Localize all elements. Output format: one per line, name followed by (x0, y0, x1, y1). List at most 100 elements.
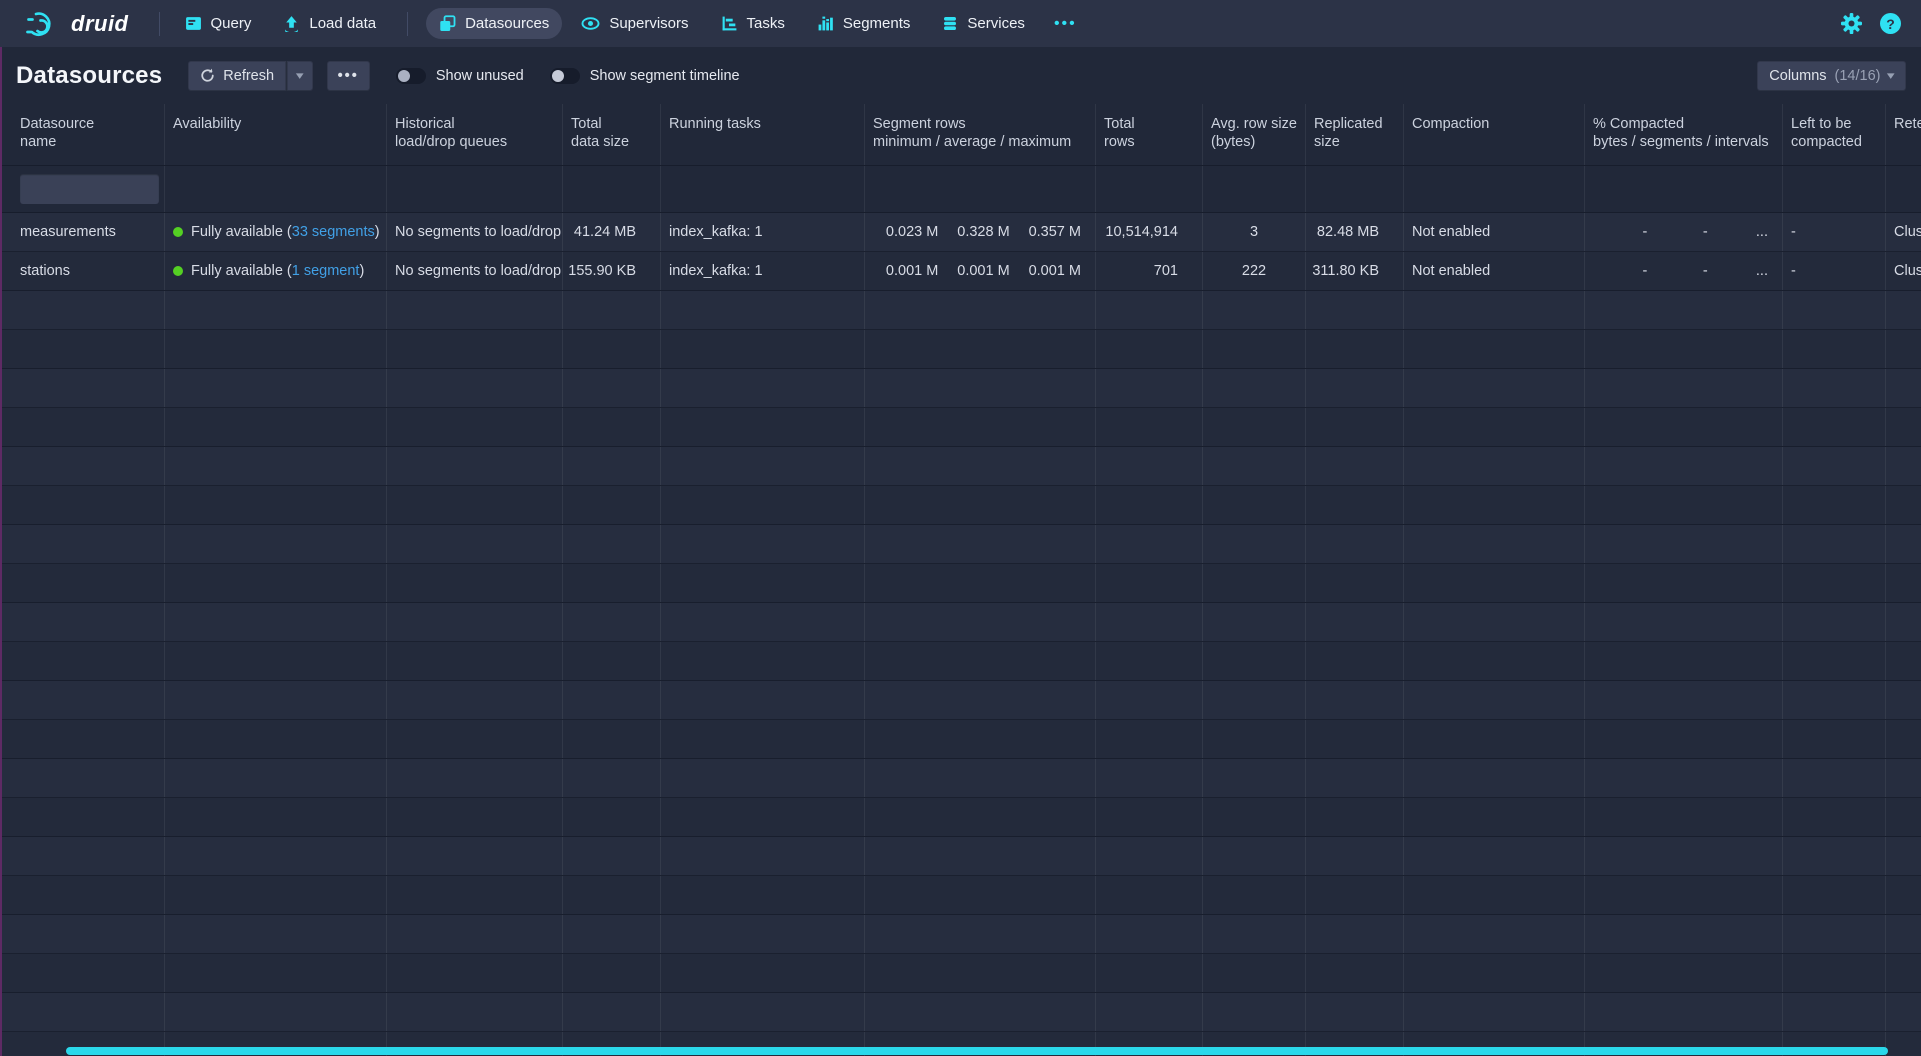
availability-text: Fully available ( (191, 263, 292, 279)
nav-item-segments[interactable]: Segments (804, 8, 924, 39)
empty-cell (1585, 681, 1783, 719)
empty-cell (1096, 876, 1203, 914)
show-segment-timeline-toggle[interactable]: Show segment timeline (550, 68, 740, 84)
segments-link[interactable]: 1 segment (292, 263, 360, 279)
empty-cell (1404, 720, 1585, 758)
datasource-name-cell[interactable]: stations (0, 252, 165, 290)
empty-cell (1096, 525, 1203, 563)
available-dot-icon (173, 266, 183, 276)
empty-cell (1096, 291, 1203, 329)
empty-cell (387, 330, 563, 368)
show-segment-timeline-label: Show segment timeline (590, 68, 740, 84)
toggle-track (550, 68, 580, 84)
total-rows-cell: 701 (1096, 252, 1203, 290)
supervisors-icon (581, 15, 600, 32)
column-header-total[interactable]: Totalrows (1096, 104, 1203, 165)
empty-cell (661, 954, 865, 992)
percent-compacted-cell: --... (1585, 252, 1783, 290)
datasource-name-cell[interactable]: measurements (0, 213, 165, 251)
nav-item-query[interactable]: Query (172, 8, 265, 39)
empty-cell (865, 603, 1096, 641)
help-icon[interactable]: ? (1880, 13, 1901, 34)
nav-more-icon[interactable]: ••• (1044, 8, 1087, 40)
empty-cell (1886, 330, 1921, 368)
more-actions-button[interactable]: ••• (327, 61, 370, 91)
table-filter-row (0, 165, 1921, 213)
percent-compacted-value: - (1593, 224, 1653, 240)
datasources-icon (439, 15, 456, 32)
query-icon (185, 15, 202, 32)
empty-cell (1783, 954, 1886, 992)
column-header-datasource[interactable]: Datasourcename (0, 104, 165, 165)
empty-cell (1096, 447, 1203, 485)
column-header-retention[interactable]: Retention (1886, 104, 1921, 165)
column-header-total[interactable]: Totaldata size (563, 104, 661, 165)
column-header-replicated[interactable]: Replicatedsize (1306, 104, 1404, 165)
empty-cell (563, 642, 661, 680)
replicated-size-cell: 311.80 KB (1306, 252, 1404, 290)
empty-cell (1585, 993, 1783, 1031)
column-header-avg-row-size[interactable]: Avg. row size(bytes) (1203, 104, 1306, 165)
column-header-availability[interactable]: Availability (165, 104, 387, 165)
empty-cell (165, 486, 387, 524)
column-header--compacted[interactable]: % Compactedbytes / segments / intervals (1585, 104, 1783, 165)
empty-cell (1203, 915, 1306, 953)
column-header-historical[interactable]: Historicalload/drop queues (387, 104, 563, 165)
brand[interactable]: druid (26, 9, 129, 39)
nav-item-services[interactable]: Services (929, 8, 1038, 39)
gear-icon[interactable] (1841, 13, 1862, 34)
empty-cell (1306, 915, 1404, 953)
empty-row (0, 330, 1921, 369)
show-unused-toggle[interactable]: Show unused (396, 68, 524, 84)
empty-cell (563, 915, 661, 953)
header-line1: Total (571, 115, 629, 133)
empty-cell (1096, 915, 1203, 953)
running-tasks-cell: index_kafka: 1 (661, 213, 865, 251)
segment-rows-value: 0.001 M (873, 263, 944, 279)
column-header-segment-rows[interactable]: Segment rowsminimum / average / maximum (865, 104, 1096, 165)
empty-cell (1306, 759, 1404, 797)
nav-item-datasources[interactable]: Datasources (426, 8, 562, 39)
empty-cell (1585, 603, 1783, 641)
empty-row (0, 486, 1921, 525)
compaction-cell: Not enabled (1404, 213, 1585, 251)
nav-item-label: Supervisors (609, 15, 688, 32)
empty-cell (165, 837, 387, 875)
column-header-running-tasks[interactable]: Running tasks (661, 104, 865, 165)
nav-item-load-data[interactable]: Load data (270, 8, 389, 39)
column-header-left-to-be[interactable]: Left to becompacted (1783, 104, 1886, 165)
segment-rows-cell: 0.001 M0.001 M0.001 M (865, 252, 1096, 290)
nav-item-supervisors[interactable]: Supervisors (568, 8, 701, 39)
horizontal-scrollbar[interactable] (66, 1047, 1888, 1055)
empty-cell (563, 798, 661, 836)
segment-rows-value: 0.023 M (873, 224, 944, 240)
refresh-button[interactable]: Refresh (188, 61, 286, 91)
nav-item-tasks[interactable]: Tasks (708, 8, 798, 39)
empty-cell (1096, 564, 1203, 602)
segments-link[interactable]: 33 segments (292, 224, 375, 240)
empty-cell (165, 408, 387, 446)
empty-cell (1306, 564, 1404, 602)
refresh-icon (200, 68, 215, 83)
left-edge-strip (0, 47, 2, 1056)
empty-row (0, 720, 1921, 759)
datasource-filter-input[interactable] (20, 174, 159, 204)
empty-cell (1585, 837, 1783, 875)
empty-cell (165, 915, 387, 953)
empty-cell (1203, 642, 1306, 680)
empty-cell (0, 798, 165, 836)
header-line1: Avg. row size (1211, 115, 1297, 133)
empty-cell (1404, 759, 1585, 797)
columns-button[interactable]: Columns (14/16) ▾ (1757, 61, 1906, 91)
column-header-compaction[interactable]: Compaction (1404, 104, 1585, 165)
empty-cell (1886, 681, 1921, 719)
empty-cell (1783, 993, 1886, 1031)
empty-cell (1203, 408, 1306, 446)
filter-cell (865, 166, 1096, 212)
refresh-caret-button[interactable]: ▾ (286, 61, 313, 91)
avg-row-size-cell: 3 (1203, 213, 1306, 251)
filter-cell (1886, 166, 1921, 212)
empty-cell (1783, 759, 1886, 797)
toggle-knob (398, 70, 410, 82)
empty-cell (1404, 447, 1585, 485)
